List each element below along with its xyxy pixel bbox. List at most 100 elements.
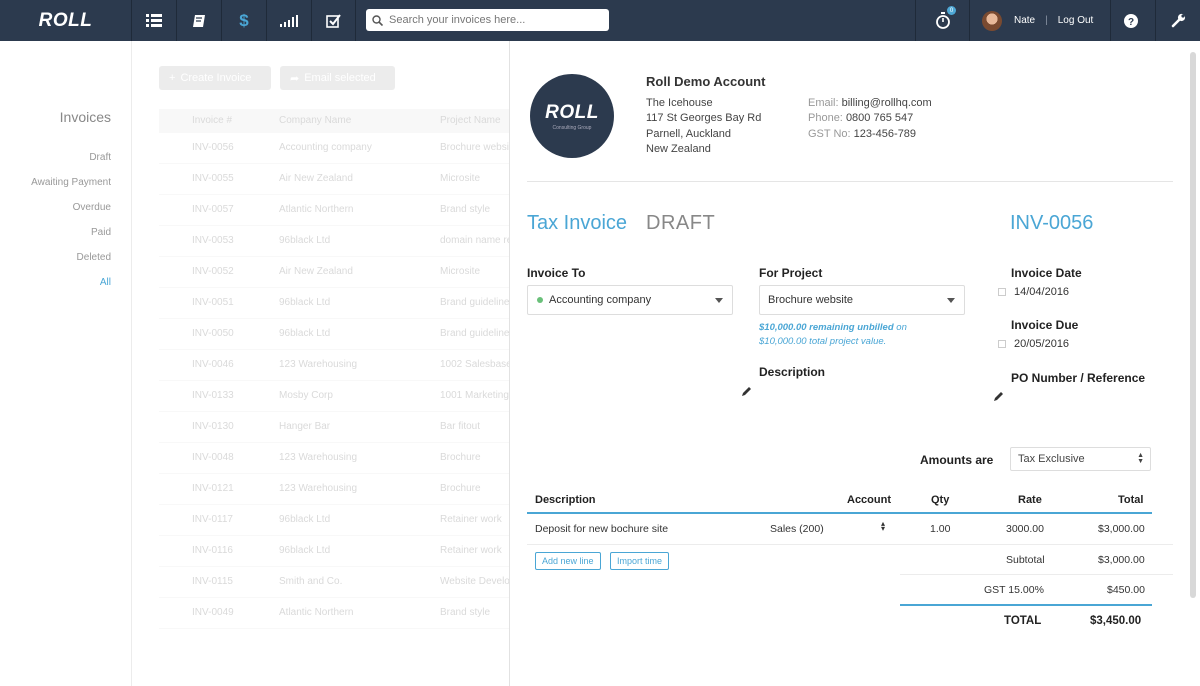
table-row[interactable]: INV-0130 Hanger Bar Bar fitout [159,412,509,443]
line-account[interactable]: Sales (200) [770,523,824,535]
sidebar-item-paid[interactable]: Paid [91,227,111,238]
table-row[interactable]: INV-0057 Atlantic Northern Brand style [159,195,509,226]
email-selected-button[interactable]: ➦ Email selected [280,66,395,90]
sidebar-item-deleted[interactable]: Deleted [77,252,111,263]
invoice-date-field[interactable]: 14/04/2016 [998,286,1069,298]
po-number-label: PO Number / Reference [1011,371,1146,385]
remaining-on: on [896,322,907,333]
app-logo[interactable]: ROLL [0,0,132,41]
table-row[interactable]: INV-0046 123 Warehousing 1002 Salesbase [159,350,509,381]
line-rate[interactable]: 3000.00 [1006,523,1044,535]
gst-total-label: GST 15.00% [984,584,1044,596]
wrench-icon [1171,13,1185,28]
search-box[interactable] [366,9,609,31]
settings-button[interactable] [1155,0,1200,41]
table-row[interactable]: INV-0051 96black Ltd Brand guidelines [159,288,509,319]
book-icon[interactable] [177,0,222,41]
subtotal-value: $3,000.00 [1098,554,1145,566]
table-row[interactable]: INV-0117 96black Ltd Retainer work [159,505,509,536]
account-updown-icon[interactable]: ▴ ▾ [881,520,885,533]
help-icon: ? [1123,13,1138,28]
cell-company-name: 123 Warehousing [279,452,358,463]
table-row[interactable]: INV-0116 96black Ltd Retainer work [159,536,509,567]
project-select[interactable]: Brochure website [759,285,965,315]
amounts-are-label: Amounts are [920,453,994,467]
timer-badge: 0 [947,6,956,15]
invoice-list: + Create Invoice ➦ Email selected Invoice … [133,41,509,686]
row-divider [527,544,1173,545]
cell-company-name: Mosby Corp [279,390,333,401]
avatar[interactable] [982,10,1002,31]
user-separator: | [1045,15,1048,26]
project-remaining-note: $10,000.00 remaining unbilled on $10,000… [759,321,979,349]
cell-invoice-number: INV-0133 [192,390,234,401]
table-row[interactable]: INV-0133 Mosby Corp 1001 Marketing [159,381,509,412]
gst-total-value: $450.00 [1107,584,1145,596]
user-menu: Nate | Log Out [982,0,1093,41]
table-row[interactable]: INV-0115 Smith and Co. Website Development [159,567,509,598]
logout-link[interactable]: Log Out [1058,15,1094,26]
invoice-due-field[interactable]: 20/05/2016 [998,338,1069,350]
invoice-date-label: Invoice Date [1011,266,1082,280]
cell-invoice-number: INV-0051 [192,297,234,308]
cell-project-name: Brand guidelines [440,297,509,308]
invoice-to-select[interactable]: Accounting company [527,285,733,315]
dollar-icon[interactable]: $ [222,0,267,41]
cell-project-name: Bar fitout [440,421,481,432]
line-qty[interactable]: 1.00 [930,523,950,535]
chevron-down-icon [947,298,955,303]
timer-button[interactable]: 0 [915,0,970,41]
search-input[interactable] [389,14,599,26]
header-project-name[interactable]: Project Name [440,115,501,126]
sidebar-item-awaiting-payment[interactable]: Awaiting Payment [31,177,111,188]
line-description[interactable]: Deposit for new bochure site [535,523,668,535]
address-line: New Zealand [646,143,711,155]
chart-icon[interactable] [267,0,312,41]
create-invoice-button[interactable]: + Create Invoice [159,66,271,90]
scrollbar[interactable] [1190,52,1196,598]
cell-project-name: Brochure [440,483,481,494]
cell-project-name: Microsite [440,173,481,184]
table-row[interactable]: INV-0055 Air New Zealand Microsite [159,164,509,195]
table-row[interactable]: INV-0049 Atlantic Northern Brand style [159,598,509,629]
cell-company-name: 123 Warehousing [279,483,358,494]
calendar-icon [998,288,1006,296]
checkbox-icon[interactable] [311,0,356,41]
sidebar-item-overdue[interactable]: Overdue [73,202,111,213]
header-company-name[interactable]: Company Name [279,115,351,126]
col-total: Total [1118,494,1144,506]
cell-company-name: Hanger Bar [279,421,331,432]
invoice-due-value: 20/05/2016 [1014,338,1070,350]
cell-company-name: Accounting company [279,142,372,153]
table-row[interactable]: INV-0050 96black Ltd Brand guidelines [159,319,509,350]
table-row[interactable]: INV-0053 96black Ltd domain name renewal [159,226,509,257]
cell-company-name: 123 Warehousing [279,359,358,370]
amounts-select[interactable]: Tax Exclusive ▲ ▼ [1010,447,1151,471]
cell-project-name: Brand style [440,204,491,215]
table-row[interactable]: INV-0052 Air New Zealand Microsite [159,257,509,288]
gst-label: GST No: [808,128,851,140]
calendar-icon [998,340,1006,348]
import-time-button[interactable]: Import time [610,552,670,570]
cell-project-name: Brochure [440,452,481,463]
list-icon[interactable] [132,0,177,41]
invoice-title: Tax Invoice [527,212,628,234]
cell-company-name: Smith and Co. [279,576,343,587]
description-label: Description [759,365,826,379]
email-label: Email: [808,97,839,109]
sidebar-item-all[interactable]: All [100,277,111,288]
grand-total-label: TOTAL [1004,615,1042,627]
header-invoice-number[interactable]: Invoice # [192,115,232,126]
help-button[interactable]: ? [1110,0,1150,41]
create-invoice-label: Create Invoice [180,72,252,84]
user-name[interactable]: Nate [1014,15,1035,26]
add-new-line-button[interactable]: Add new line [535,552,601,570]
table-row[interactable]: INV-0048 123 Warehousing Brochure [159,443,509,474]
pencil-icon[interactable] [993,391,1004,402]
cell-project-name: Retainer work [440,545,502,556]
sidebar-item-draft[interactable]: Draft [89,152,111,163]
pencil-icon[interactable] [741,386,752,397]
table-row[interactable]: INV-0056 Accounting company Brochure websi… [159,133,509,164]
company-phone: Phone: 0800 765 547 [808,112,913,124]
table-row[interactable]: INV-0121 123 Warehousing Brochure [159,474,509,505]
